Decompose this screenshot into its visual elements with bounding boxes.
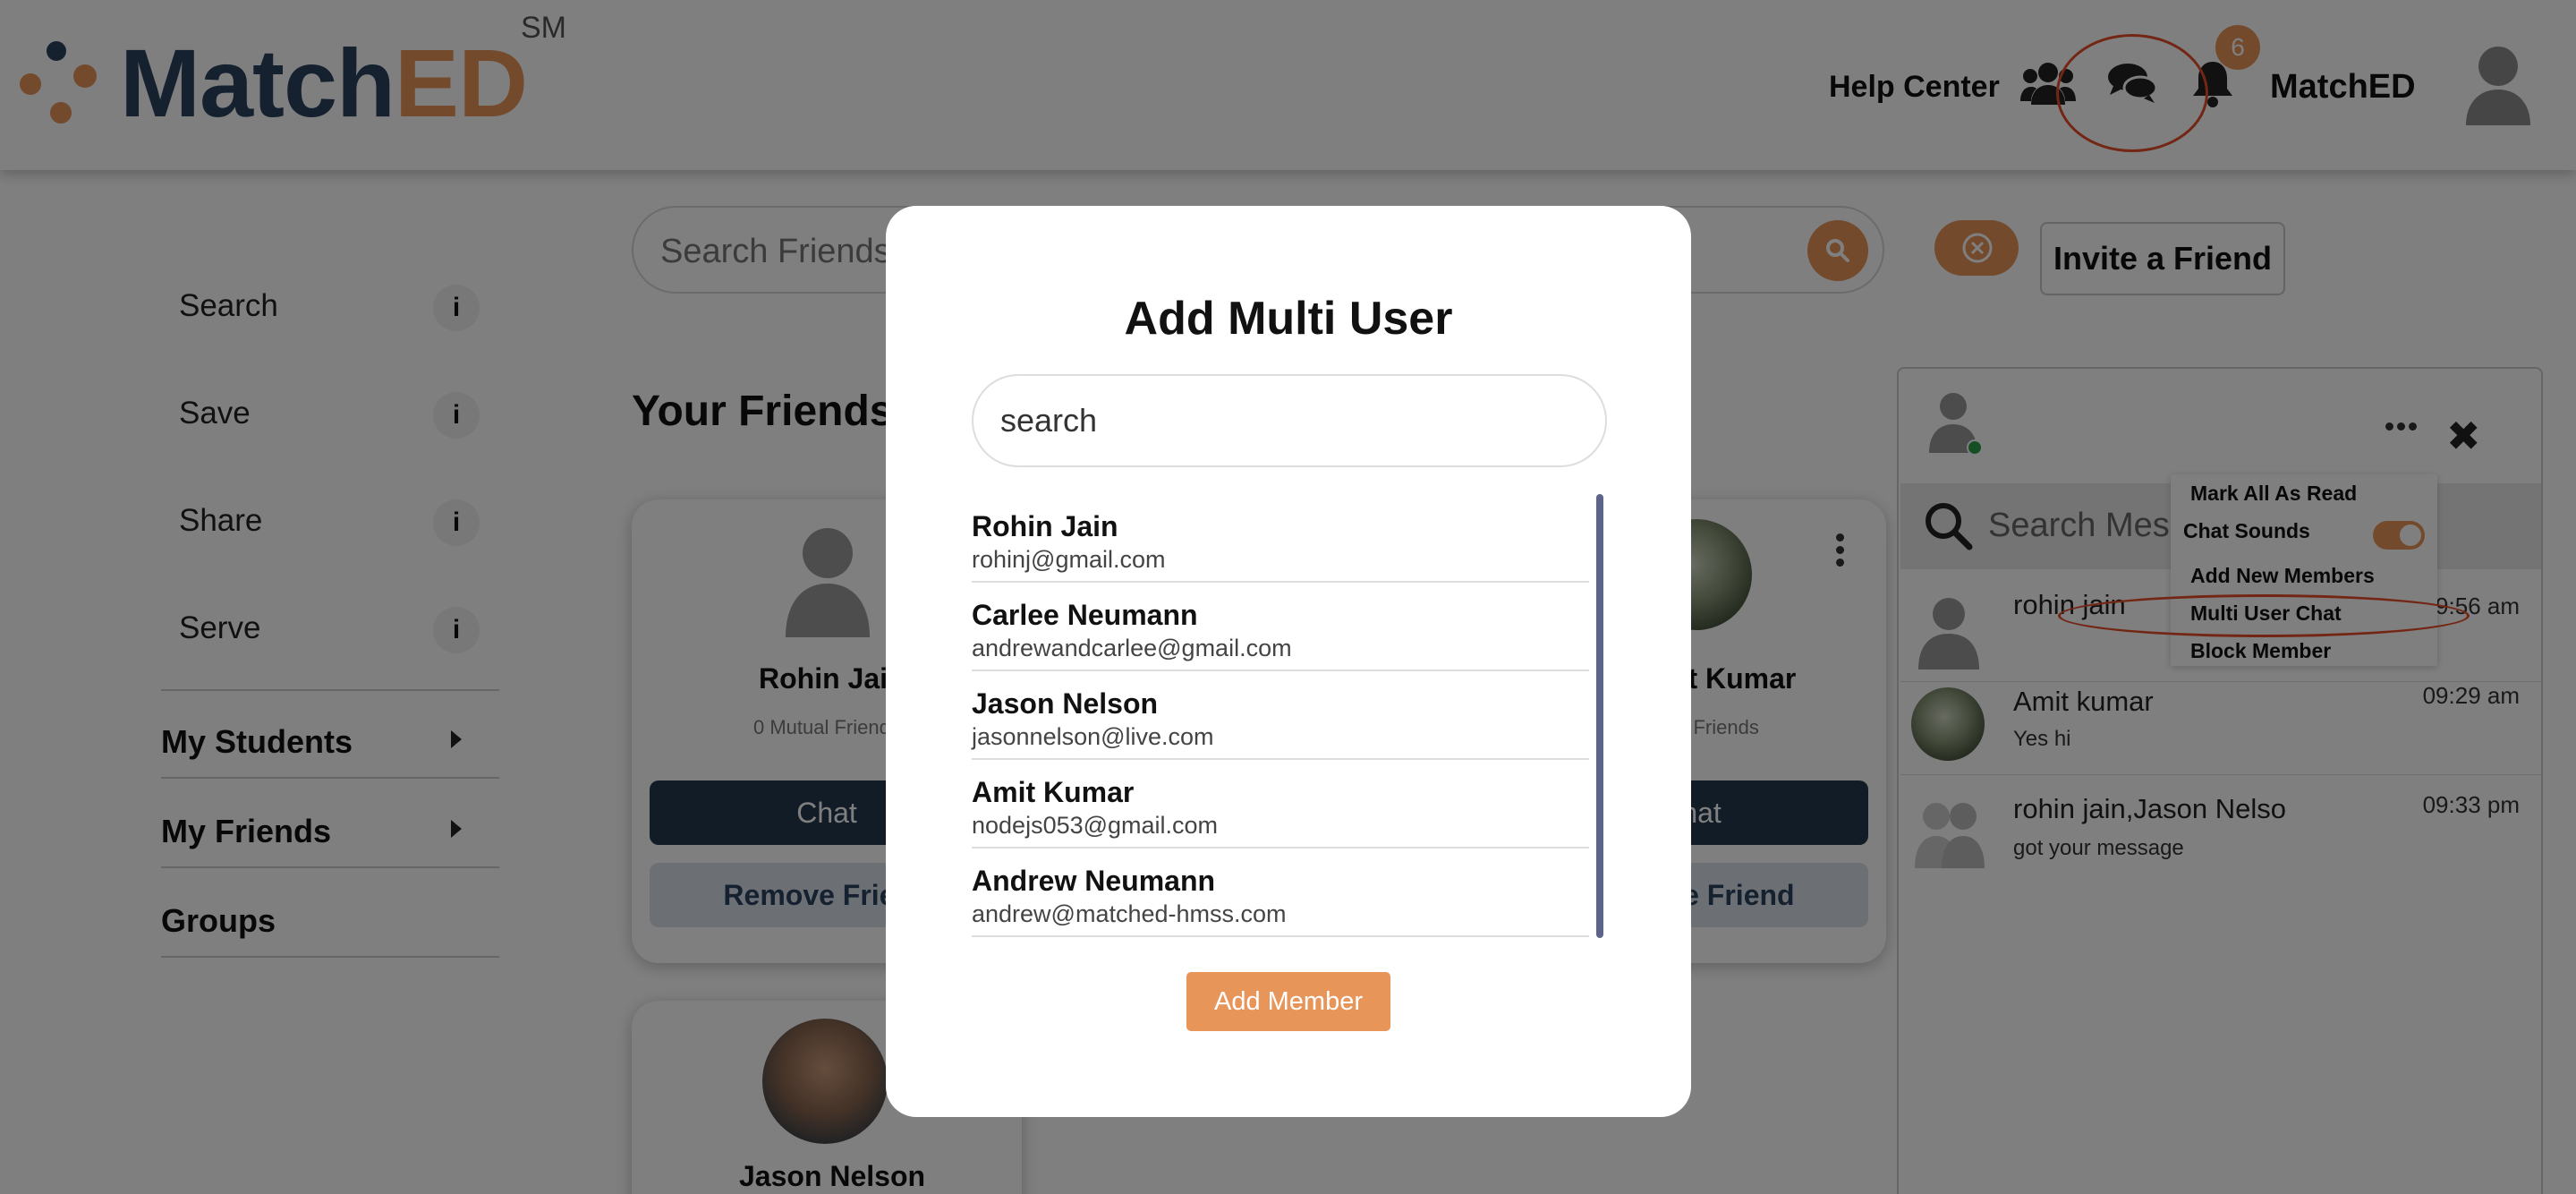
- user-name: Jason Nelson: [972, 687, 1159, 720]
- user-list-item[interactable]: Rohin Jain rohinj@gmail.com: [972, 494, 1589, 583]
- user-list: Rohin Jain rohinj@gmail.com Carlee Neuma…: [972, 494, 1598, 938]
- user-email: andrew@matched-hmss.com: [972, 900, 1287, 927]
- user-email: andrewandcarlee@gmail.com: [972, 635, 1292, 661]
- user-list-item[interactable]: Andrew Neumann andrew@matched-hmss.com: [972, 849, 1589, 937]
- user-list-item[interactable]: Amit Kumar nodejs053@gmail.com: [972, 760, 1589, 849]
- user-email: rohinj@gmail.com: [972, 546, 1166, 573]
- user-name: Andrew Neumann: [972, 865, 1216, 897]
- user-name: Rohin Jain: [972, 510, 1118, 542]
- user-email: jasonnelson@live.com: [972, 723, 1214, 750]
- modal-title: Add Multi User: [1124, 293, 1453, 345]
- user-email: nodejs053@gmail.com: [972, 812, 1219, 839]
- add-member-button[interactable]: Add Member: [1186, 972, 1390, 1031]
- user-search-input[interactable]: [972, 374, 1607, 467]
- add-multi-user-modal: Add Multi User Rohin Jain rohinj@gmail.c…: [886, 206, 1691, 1117]
- user-list-scrollbar[interactable]: [1596, 494, 1603, 938]
- user-list-item[interactable]: Carlee Neumann andrewandcarlee@gmail.com: [972, 583, 1589, 671]
- user-list-item[interactable]: Jason Nelson jasonnelson@live.com: [972, 671, 1589, 760]
- user-name: Amit Kumar: [972, 776, 1135, 808]
- user-name: Carlee Neumann: [972, 599, 1198, 631]
